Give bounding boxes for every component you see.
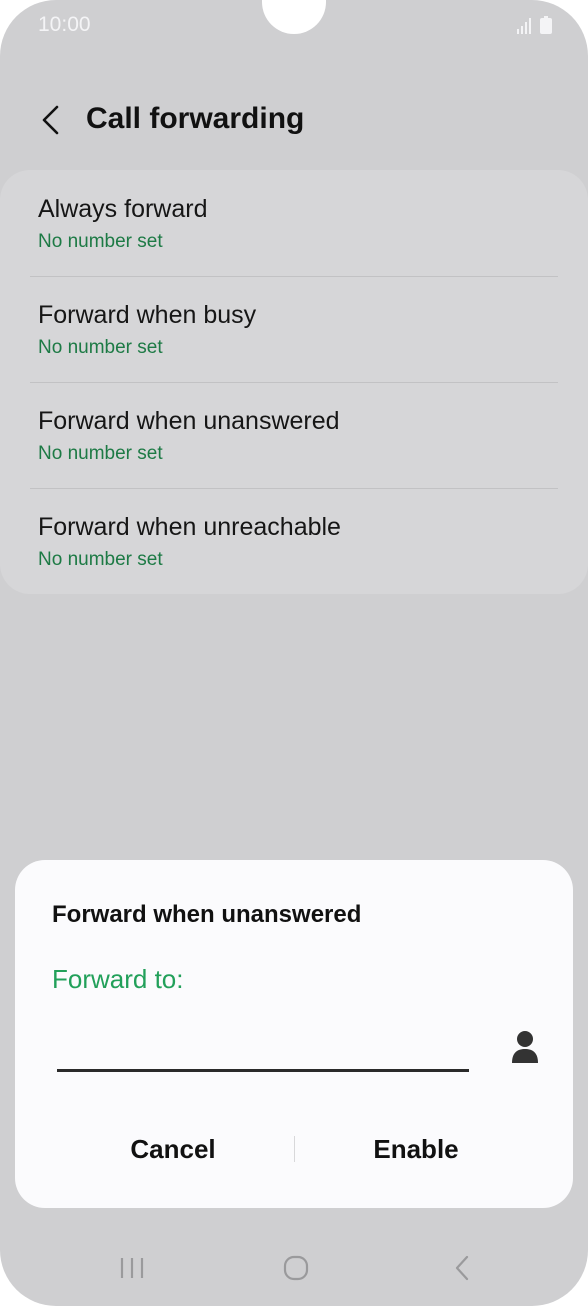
- signal-icon: [516, 18, 532, 39]
- back-icon: [452, 1254, 472, 1287]
- cancel-button[interactable]: Cancel: [53, 1124, 293, 1174]
- forward-to-label: Forward to:: [52, 964, 184, 994]
- setting-subtitle: No number set: [38, 337, 163, 358]
- status-icons: [516, 16, 552, 39]
- setting-forward-unanswered[interactable]: Forward when unanswered No number set: [0, 382, 588, 488]
- setting-title: Always forward: [38, 195, 208, 223]
- recents-button[interactable]: [110, 1252, 154, 1288]
- home-icon: [283, 1255, 309, 1286]
- setting-subtitle: No number set: [38, 443, 163, 464]
- setting-subtitle: No number set: [38, 549, 163, 570]
- app-header: Call forwarding: [0, 92, 588, 152]
- button-divider: [294, 1136, 295, 1162]
- setting-title: Forward when unreachable: [38, 513, 341, 541]
- chevron-left-icon: [39, 104, 61, 141]
- nav-back-button[interactable]: [440, 1252, 484, 1288]
- forward-number-input[interactable]: [57, 1010, 469, 1072]
- back-button[interactable]: [30, 102, 70, 142]
- camera-notch: [262, 0, 326, 34]
- setting-forward-busy[interactable]: Forward when busy No number set: [0, 276, 588, 382]
- setting-subtitle: No number set: [38, 231, 163, 252]
- setting-title: Forward when unanswered: [38, 407, 340, 435]
- battery-icon: [540, 16, 552, 39]
- setting-title: Forward when busy: [38, 301, 257, 329]
- home-button[interactable]: [274, 1252, 318, 1288]
- recents-icon: [119, 1256, 145, 1285]
- navigation-bar: [0, 1240, 588, 1300]
- enable-button[interactable]: Enable: [296, 1124, 536, 1174]
- status-time: 10:00: [38, 13, 91, 36]
- contacts-button[interactable]: [505, 1028, 545, 1070]
- page-title: Call forwarding: [86, 102, 305, 135]
- dialog-title: Forward when unanswered: [52, 901, 362, 928]
- setting-forward-unreachable[interactable]: Forward when unreachable No number set: [0, 488, 588, 594]
- phone-screen: 10:00 Call forwarding Always forward No …: [0, 0, 588, 1306]
- settings-list: Always forward No number set Forward whe…: [0, 170, 588, 594]
- setting-always-forward[interactable]: Always forward No number set: [0, 170, 588, 276]
- person-icon: [511, 1030, 539, 1069]
- forward-dialog: Forward when unanswered Forward to: Canc…: [15, 860, 573, 1208]
